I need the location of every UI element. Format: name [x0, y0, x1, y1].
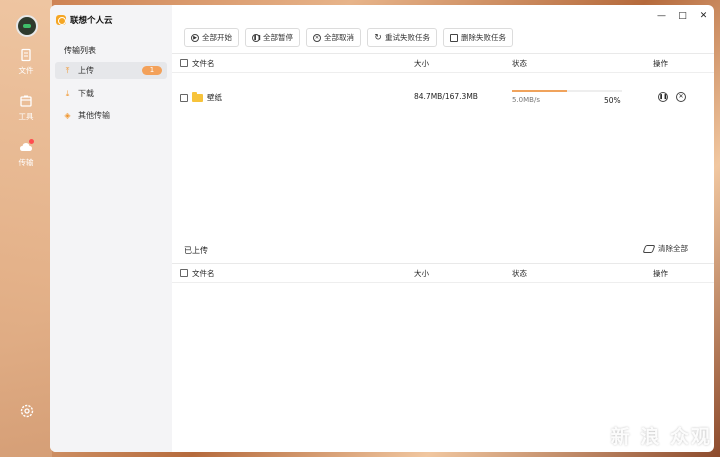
download-icon: ⤓	[65, 89, 70, 98]
progress-percent: 50%	[604, 96, 621, 105]
cancel-all-label: 全部取消	[324, 33, 354, 42]
sidebar-heading: 传输列表	[64, 46, 96, 55]
sidebar-item-upload[interactable]: ⤒ 上传 1	[55, 62, 167, 79]
start-all-button[interactable]: ▶ 全部开始	[184, 28, 239, 47]
delete-failed-button[interactable]: 删除失败任务	[443, 28, 513, 47]
header-size: 大小	[414, 58, 429, 68]
header-status: 状态	[512, 58, 527, 68]
pause-all-button[interactable]: ❚❚ 全部暂停	[245, 28, 300, 47]
table-row[interactable]: 壁纸 84.7MB/167.3MB 5.0MB/s 50% ❚❚ ✕	[172, 87, 714, 107]
uploaded-table-header: 文件名 大小 状态 操作	[172, 263, 714, 283]
cancel-icon: ✕	[313, 33, 321, 42]
retry-failed-button[interactable]: ↻ 重试失败任务	[367, 28, 437, 47]
progress-bar	[512, 90, 622, 92]
retry-icon: ↻	[374, 32, 382, 43]
cancel-all-button[interactable]: ✕ 全部取消	[306, 28, 361, 47]
play-icon: ▶	[191, 33, 199, 42]
rail-label-transfer: 传输	[18, 158, 34, 167]
header-name: 文件名	[180, 268, 215, 279]
transfer-sidebar: 联想个人云 传输列表 ⤒ 上传 1 ⤓ 下载 ◈ 其他传输	[50, 5, 172, 452]
select-all-checkbox[interactable]	[180, 59, 188, 67]
sidebar-item-other[interactable]: ◈ 其他传输	[55, 107, 167, 124]
pause-icon[interactable]: ❚❚	[658, 92, 668, 102]
other-transfer-icon: ◈	[64, 111, 71, 120]
trash-icon	[450, 33, 458, 42]
app-title: 联想个人云	[56, 14, 113, 26]
sidebar-item-label: 其他传输	[78, 111, 110, 120]
folder-icon	[192, 91, 203, 102]
pause-icon: ❚❚	[252, 33, 262, 42]
tools-icon	[20, 95, 32, 107]
upload-count-badge: 1	[142, 66, 162, 75]
watermark: 新 浪 众观	[610, 426, 712, 448]
app-window: 联想个人云 传输列表 ⤒ 上传 1 ⤓ 下载 ◈ 其他传输 — □ ✕ ▶ 全部…	[50, 5, 714, 452]
rail-item-tools[interactable]: 工具	[0, 94, 52, 122]
header-name-label: 文件名	[192, 58, 215, 68]
clear-all-label: 清除全部	[658, 244, 688, 253]
user-avatar[interactable]	[16, 15, 38, 37]
notification-dot	[29, 139, 34, 144]
row-checkbox[interactable]	[180, 93, 188, 102]
transfer-main: — □ ✕ ▶ 全部开始 ❚❚ 全部暂停 ✕ 全部取消 ↻ 重试失败任务 删除失…	[172, 5, 714, 452]
header-op: 操作	[653, 58, 668, 68]
file-name: 壁纸	[207, 93, 222, 102]
row-name: 壁纸	[180, 91, 222, 103]
nav-rail: 文件 工具 传输	[0, 0, 52, 457]
progress-fill	[512, 90, 567, 92]
sidebar-item-download[interactable]: ⤓ 下载	[55, 85, 167, 102]
close-button[interactable]: ✕	[699, 12, 708, 21]
header-status: 状态	[512, 268, 527, 278]
sidebar-item-label: 上传	[78, 66, 94, 75]
eraser-icon	[642, 244, 656, 253]
uploading-table-header: 文件名 大小 状态 操作	[172, 53, 714, 73]
maximize-button[interactable]: □	[678, 12, 687, 21]
sidebar-item-label: 下载	[78, 89, 94, 98]
pause-all-label: 全部暂停	[263, 33, 293, 42]
transfer-speed: 5.0MB/s	[512, 96, 540, 104]
rail-label-tools: 工具	[18, 112, 34, 121]
app-title-text: 联想个人云	[70, 16, 113, 26]
gear-icon[interactable]	[19, 403, 35, 419]
select-all-checkbox[interactable]	[180, 269, 188, 277]
minimize-button[interactable]: —	[657, 12, 666, 21]
header-op: 操作	[653, 268, 668, 278]
upload-icon: ⤒	[65, 66, 70, 75]
app-logo-icon	[56, 15, 66, 25]
header-name-label: 文件名	[192, 268, 215, 278]
header-name: 文件名	[180, 58, 215, 69]
file-size: 84.7MB/167.3MB	[414, 92, 478, 101]
rail-item-transfer[interactable]: 传输	[0, 139, 52, 168]
toolbar: ▶ 全部开始 ❚❚ 全部暂停 ✕ 全部取消 ↻ 重试失败任务 删除失败任务	[184, 28, 513, 47]
window-controls: — □ ✕	[657, 12, 708, 21]
uploaded-section-title: 已上传	[184, 246, 208, 255]
file-icon	[21, 48, 31, 62]
clear-all-button[interactable]: 清除全部	[642, 243, 688, 254]
rail-label-files: 文件	[18, 66, 34, 75]
delete-failed-label: 删除失败任务	[461, 33, 506, 42]
cancel-icon[interactable]: ✕	[676, 92, 686, 102]
header-size: 大小	[414, 268, 429, 278]
retry-failed-label: 重试失败任务	[385, 33, 430, 42]
rail-item-files[interactable]: 文件	[0, 48, 52, 76]
start-all-label: 全部开始	[202, 33, 232, 42]
